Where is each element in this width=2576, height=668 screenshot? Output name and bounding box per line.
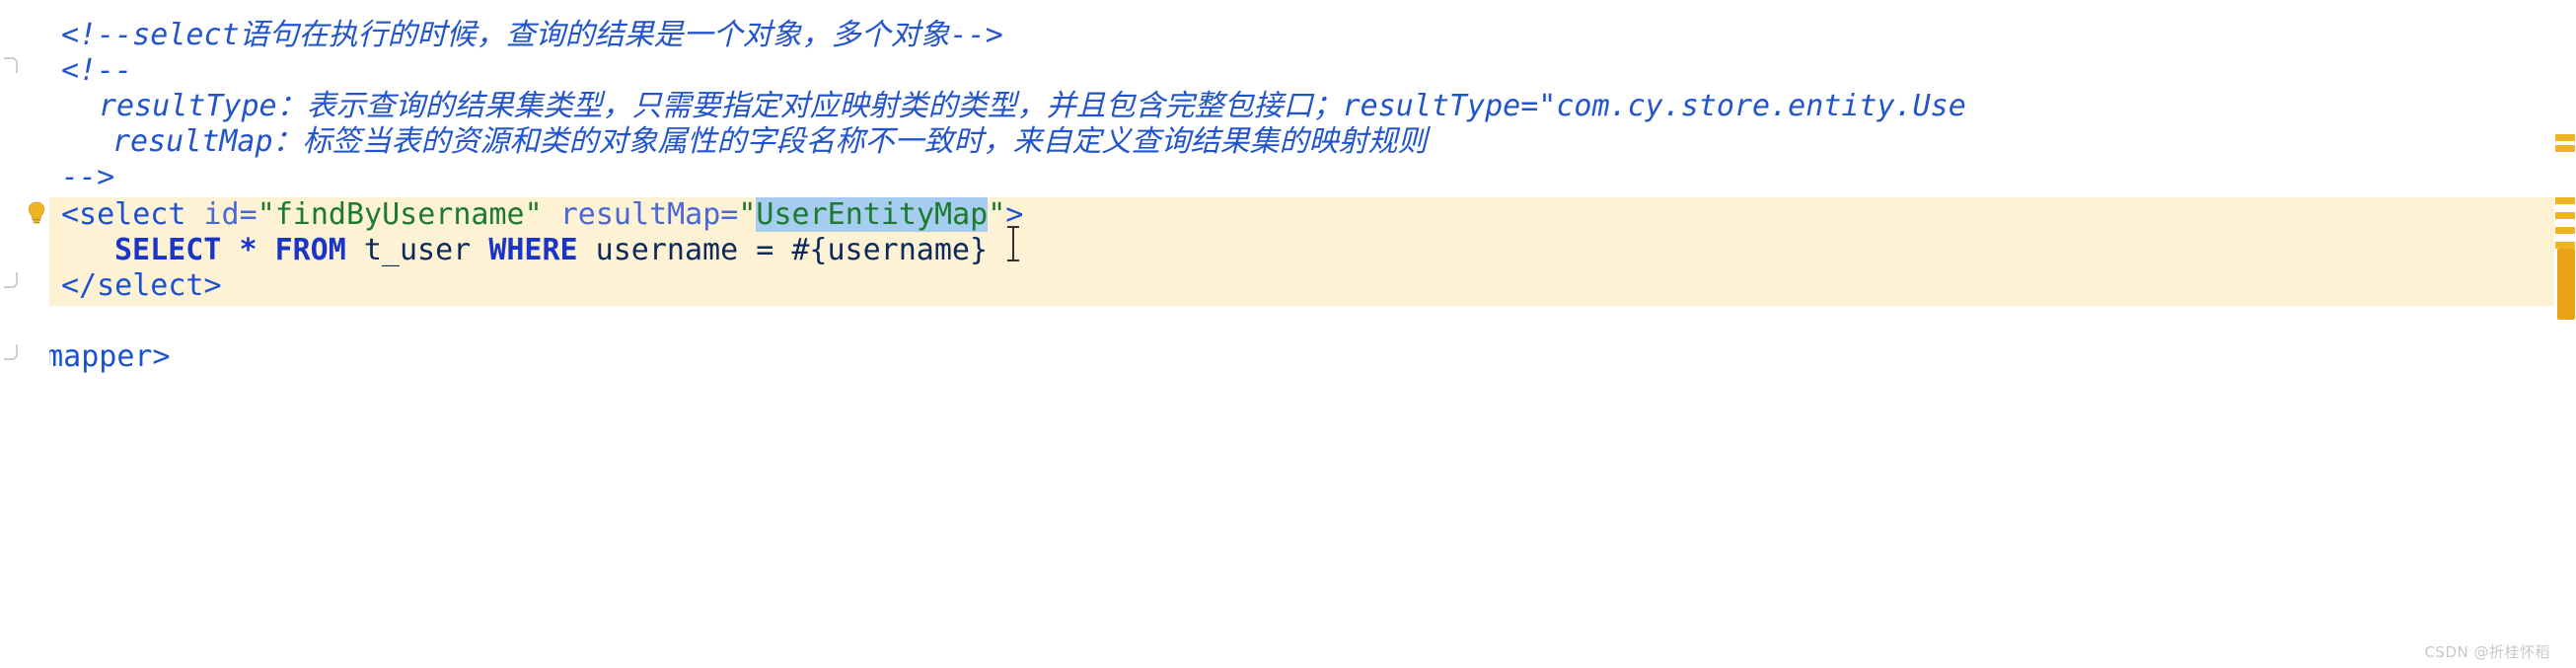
code-token-kw-from: FROM bbox=[274, 233, 346, 267]
code-token-where-clause: username = #{username} bbox=[577, 233, 989, 267]
csdn-watermark: CSDN @折桂怀稻 bbox=[2424, 643, 2550, 661]
code-token-kw-where: WHERE bbox=[488, 233, 578, 267]
text-ibeam-cursor bbox=[1006, 225, 1020, 262]
code-token-quote-close: " bbox=[988, 197, 1006, 232]
intention-bulb-icon[interactable] bbox=[26, 200, 47, 226]
code-line-select-close[interactable]: </select> bbox=[61, 257, 222, 316]
fold-marker-select-close[interactable] bbox=[2, 271, 19, 288]
fold-marker-comment-block[interactable] bbox=[2, 57, 19, 74]
scroll-marker-5[interactable] bbox=[2555, 227, 2575, 234]
editor-gutter[interactable] bbox=[0, 0, 49, 668]
scroll-marker-6[interactable] bbox=[2555, 242, 2575, 249]
scroll-marker-3[interactable] bbox=[2555, 197, 2575, 204]
code-line-sql[interactable]: SELECT * FROM t_user WHERE username = #{… bbox=[114, 221, 988, 280]
scrollbar-thumb[interactable] bbox=[2557, 249, 2575, 320]
fold-marker-mapper-close[interactable] bbox=[2, 343, 19, 360]
code-token-kw-star: * bbox=[239, 233, 258, 267]
code-text-layer[interactable]: <!--select语句在执行的时候，查询的结果是一个对象，多个对象--> <!… bbox=[0, 0, 2576, 668]
code-editor[interactable]: <!--select语句在执行的时候，查询的结果是一个对象，多个对象--> <!… bbox=[0, 0, 2576, 668]
scroll-marker-1[interactable] bbox=[2555, 134, 2575, 141]
code-token-comment: <!--select语句在执行的时候，查询的结果是一个对象，多个对象--> bbox=[61, 18, 1003, 52]
scroll-marker-4[interactable] bbox=[2555, 212, 2575, 219]
code-token-tag-close-select: </select> bbox=[61, 268, 222, 303]
editor-scrollbar[interactable] bbox=[2554, 0, 2576, 668]
scroll-marker-2[interactable] bbox=[2555, 145, 2575, 152]
code-line-comment-select[interactable]: <!--select语句在执行的时候，查询的结果是一个对象，多个对象--> bbox=[61, 6, 1003, 65]
code-token-comment: resultMap：标签当表的资源和类的对象属性的字段名称不一致时，来自定义查询… bbox=[112, 124, 1428, 159]
code-token-table-name: t_user bbox=[345, 233, 489, 267]
code-line-comment-resultmap[interactable]: resultMap：标签当表的资源和类的对象属性的字段名称不一致时，来自定义查询… bbox=[112, 112, 1428, 172]
